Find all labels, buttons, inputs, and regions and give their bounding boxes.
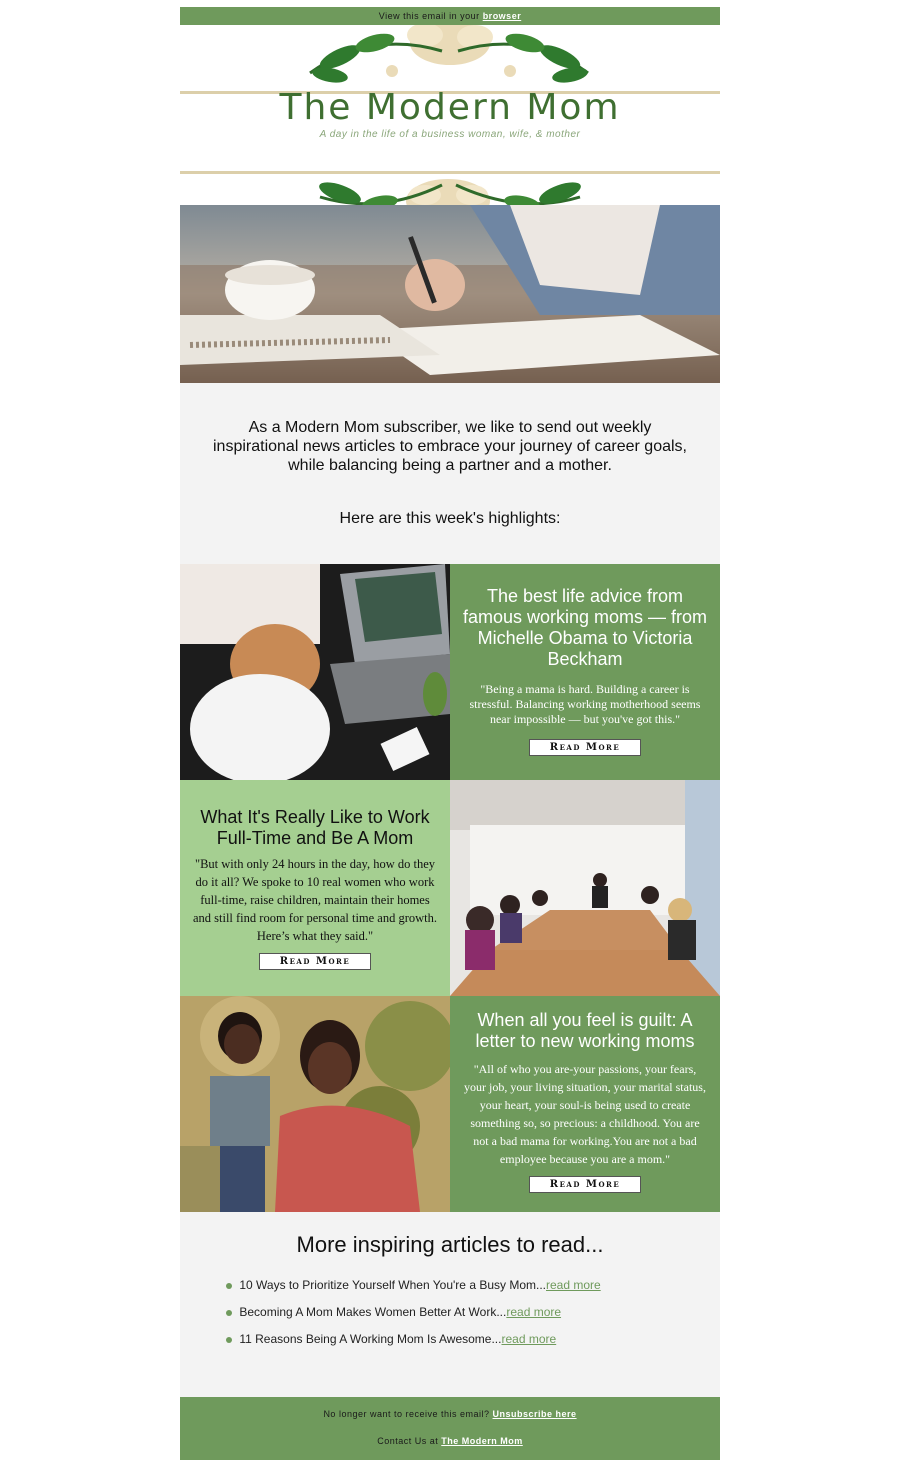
- hero-image-writing-notebook: [180, 205, 720, 383]
- more-article-3-text: 11 Reasons Being A Working Mom Is Awesom…: [239, 1332, 502, 1346]
- more-article-3-link[interactable]: read more: [501, 1332, 556, 1346]
- header-banner: The Modern Mom A day in the life of a bu…: [180, 25, 720, 205]
- more-article-1-link[interactable]: read more: [546, 1278, 601, 1292]
- unsubscribe-text: No longer want to receive this email?: [323, 1409, 490, 1419]
- article-1-title: The best life advice from famous working…: [462, 586, 708, 669]
- article-2-title: What It's Really Like to Work Full-Time …: [200, 807, 430, 848]
- more-article-2-text: Becoming A Mom Makes Women Better At Wor…: [239, 1305, 507, 1319]
- article-row-1: The best life advice from famous working…: [180, 564, 720, 780]
- contact-text: Contact Us at: [377, 1436, 439, 1446]
- view-in-browser-text: View this email in your: [378, 11, 480, 21]
- stressed-woman-laptop-photo-icon: [180, 564, 450, 780]
- article-2-read-more-button[interactable]: Read More: [259, 953, 371, 970]
- article-3-quote: "All of who you are-your passions, your …: [464, 1062, 706, 1166]
- meeting-room-photo-icon: [450, 780, 720, 996]
- brand-title: The Modern Mom: [279, 87, 621, 128]
- contact-link[interactable]: The Modern Mom: [441, 1436, 523, 1446]
- browser-link[interactable]: browser: [483, 11, 522, 21]
- footer: No longer want to receive this email? Un…: [180, 1397, 720, 1460]
- bullet-icon: [226, 1309, 232, 1316]
- hero-photo-icon: [180, 205, 720, 383]
- more-articles-heading: More inspiring articles to read...: [296, 1232, 604, 1257]
- unsubscribe-link[interactable]: Unsubscribe here: [493, 1409, 577, 1419]
- article-1-card: The best life advice from famous working…: [450, 564, 720, 780]
- bullet-icon: [226, 1336, 232, 1343]
- more-article-1-text: 10 Ways to Prioritize Yourself When You'…: [239, 1278, 546, 1292]
- article-2-image: [450, 780, 720, 996]
- intro-section: As a Modern Mom subscriber, we like to s…: [180, 383, 720, 564]
- article-3-title: When all you feel is guilt: A letter to …: [475, 1010, 695, 1051]
- header-rule-bottom: [180, 171, 720, 174]
- article-row-3: When all you feel is guilt: A letter to …: [180, 996, 720, 1212]
- bullet-icon: [226, 1282, 232, 1289]
- list-item: 11 Reasons Being A Working Mom Is Awesom…: [226, 1330, 720, 1357]
- article-1-image: [180, 564, 450, 780]
- article-2-card: What It's Really Like to Work Full-Time …: [180, 780, 450, 996]
- article-3-card: When all you feel is guilt: A letter to …: [450, 996, 720, 1212]
- list-item: 10 Ways to Prioritize Yourself When You'…: [226, 1276, 720, 1303]
- article-row-2: What It's Really Like to Work Full-Time …: [180, 780, 720, 996]
- article-3-read-more-button[interactable]: Read More: [529, 1176, 641, 1193]
- brand-tagline: A day in the life of a business woman, w…: [319, 129, 581, 140]
- contact-line: Contact Us at The Modern Mom: [180, 1428, 720, 1455]
- intro-text: As a Modern Mom subscriber, we like to s…: [212, 419, 687, 474]
- article-2-quote: "But with only 24 hours in the day, how …: [192, 857, 438, 943]
- article-1-read-more-button[interactable]: Read More: [529, 739, 641, 756]
- view-in-browser-bar: View this email in your browser: [180, 7, 720, 25]
- mother-and-son-photo-icon: [180, 996, 450, 1212]
- unsubscribe-line: No longer want to receive this email? Un…: [180, 1397, 720, 1428]
- list-item: Becoming A Mom Makes Women Better At Wor…: [226, 1303, 720, 1330]
- article-3-image: [180, 996, 450, 1212]
- floral-decoration-top-icon: [309, 25, 589, 83]
- floral-decoration-bottom-icon: [319, 179, 581, 205]
- more-articles-list: 10 Ways to Prioritize Yourself When You'…: [180, 1276, 720, 1357]
- more-articles-section: More inspiring articles to read... 10 Wa…: [180, 1212, 720, 1397]
- highlights-heading: Here are this week's highlights:: [339, 510, 561, 527]
- more-article-2-link[interactable]: read more: [506, 1305, 561, 1319]
- article-1-quote: "Being a mama is hard. Building a career…: [469, 682, 701, 726]
- email-container: View this email in your browser The Mode…: [180, 7, 720, 1460]
